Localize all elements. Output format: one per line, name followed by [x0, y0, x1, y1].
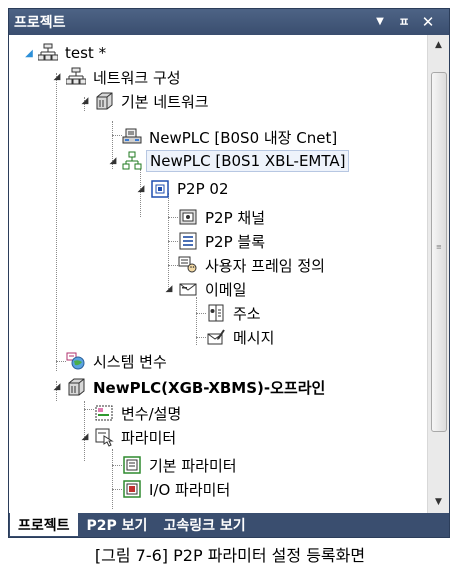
tree-line: [168, 265, 178, 266]
tree-item-network-config[interactable]: ◢ 네트워크 구성: [51, 65, 184, 89]
tree-item-label: 주소: [233, 304, 261, 323]
tree-item-label: I/O 파라미터: [149, 480, 231, 499]
address-book-icon: [206, 303, 226, 323]
grip-icon: ≡: [436, 243, 442, 251]
tree-line: [112, 449, 113, 509]
tree-item-address[interactable]: 주소: [206, 301, 264, 325]
tree-item-label: 변수/설명: [121, 404, 182, 423]
p2p-channel-icon: [178, 207, 198, 227]
basic-parameter-icon: [122, 455, 142, 475]
tree-item-variable-comment[interactable]: 변수/설명: [94, 401, 184, 425]
scroll-down-button[interactable]: ▼: [430, 494, 447, 511]
tree-item-user-frame[interactable]: 사용자 프레임 정의: [178, 253, 328, 277]
expand-toggle[interactable]: ◢: [163, 283, 175, 295]
message-icon: [206, 327, 226, 347]
tree-item-label: 기본 네트워크: [121, 92, 209, 111]
tree-line: [84, 409, 94, 410]
tree-line: [112, 465, 122, 466]
tree-line: [56, 361, 66, 362]
expand-toggle[interactable]: ◢: [135, 183, 147, 195]
tree-item-label: 기본 파라미터: [149, 456, 237, 475]
network-config-icon: [66, 67, 86, 87]
email-icon: [178, 279, 198, 299]
tree-item-io-parameter[interactable]: I/O 파라미터: [122, 477, 233, 501]
tree-item-p2p-block[interactable]: P2P 블록: [178, 229, 268, 253]
system-variable-icon: [66, 351, 86, 371]
expand-toggle[interactable]: ◢: [107, 155, 119, 167]
tree-line: [56, 73, 57, 371]
tree-item-label: test *: [65, 44, 107, 62]
expand-toggle[interactable]: ◢: [79, 95, 91, 107]
plc-cnet-icon: [122, 127, 142, 147]
tree-line: [112, 135, 122, 136]
panel-title: 프로젝트: [14, 15, 66, 31]
project-panel: 프로젝트 ▼ ㅍ ✕ ◢ test * ◢ 네트워크 구성 ◢ 기본 네트워크 …: [8, 8, 450, 538]
close-button[interactable]: ✕: [419, 13, 437, 31]
tree-item-label: NewPLC(XGB-XBMS)-오프라인: [93, 378, 326, 397]
tree-item-label: NewPLC [B0S1 XBL-EMTA]: [146, 150, 350, 172]
pin-button[interactable]: ㅍ: [395, 13, 413, 31]
tree-item-message[interactable]: 메시지: [206, 325, 277, 349]
tree-item-label: P2P 02: [177, 180, 229, 198]
tree-item-label: 시스템 변수: [93, 352, 167, 371]
tree-item-parameter[interactable]: ◢ 파라미터: [79, 425, 179, 449]
tree-line: [196, 337, 206, 338]
tab-highspeed-link-view[interactable]: 고속링크 보기: [155, 513, 253, 537]
tab-p2p-view[interactable]: P2P 보기: [79, 513, 156, 537]
tree-item-label: P2P 채널: [205, 208, 266, 227]
tree-line: [112, 489, 122, 490]
expand-toggle[interactable]: ◢: [79, 431, 91, 443]
tree-item-plc-cnet[interactable]: NewPLC [B0S0 내장 Cnet]: [122, 125, 340, 149]
tree-item-basic-parameter[interactable]: 기본 파라미터: [122, 453, 240, 477]
tree-item-label: NewPLC [B0S0 내장 Cnet]: [149, 128, 338, 147]
expand-toggle[interactable]: ◢: [51, 381, 63, 393]
tree-item-system-variable[interactable]: 시스템 변수: [66, 349, 170, 373]
tree-item-label: 네트워크 구성: [93, 68, 181, 87]
project-icon: [38, 43, 58, 63]
scroll-up-button[interactable]: ▲: [430, 37, 447, 54]
variable-comment-icon: [94, 403, 114, 423]
scroll-thumb[interactable]: ≡: [431, 72, 447, 432]
tree-item-email[interactable]: ◢ 이메일: [163, 277, 249, 301]
p2p-block-icon: [178, 231, 198, 251]
tree-item-label: 파라미터: [121, 428, 177, 447]
dropdown-button[interactable]: ▼: [371, 13, 389, 31]
vertical-scrollbar[interactable]: ▲ ≡ ▼: [427, 35, 449, 513]
io-parameter-icon: [122, 479, 142, 499]
parameter-icon: [94, 427, 114, 447]
tree-item-plc-ethernet[interactable]: ◢ NewPLC [B0S1 XBL-EMTA]: [107, 149, 350, 173]
tree-item-p2p-channel[interactable]: P2P 채널: [178, 205, 268, 229]
panel-tab-bar: 프로젝트 P2P 보기 고속링크 보기: [9, 513, 449, 537]
plc-cpu-icon: [66, 377, 86, 397]
tree-item-label: 사용자 프레임 정의: [205, 256, 325, 275]
panel-titlebar: 프로젝트 ▼ ㅍ ✕: [9, 9, 449, 35]
user-frame-icon: [178, 255, 198, 275]
tab-project[interactable]: 프로젝트: [9, 513, 79, 537]
expand-toggle[interactable]: ◢: [51, 71, 63, 83]
tree-item-basic-network[interactable]: ◢ 기본 네트워크: [79, 89, 212, 113]
tree-item-project[interactable]: ◢ test *: [23, 41, 109, 65]
tree-line: [168, 217, 178, 218]
p2p-icon: [150, 179, 170, 199]
expand-toggle[interactable]: ◢: [23, 47, 35, 59]
tree-item-p2p[interactable]: ◢ P2P 02: [135, 177, 232, 201]
tree-item-plc-cpu[interactable]: ◢ NewPLC(XGB-XBMS)-오프라인: [51, 375, 328, 399]
project-tree[interactable]: ◢ test * ◢ 네트워크 구성 ◢ 기본 네트워크 NewPLC [B0S…: [9, 35, 427, 513]
basic-network-icon: [94, 91, 114, 111]
figure-caption: [그림 7-6] P2P 파라미터 설정 등록화면: [94, 546, 366, 565]
tree-line: [196, 313, 206, 314]
tree-item-label: 이메일: [205, 280, 247, 299]
tree-item-label: P2P 블록: [205, 232, 266, 251]
plc-ethernet-icon: [122, 151, 142, 171]
tree-line: [168, 241, 178, 242]
tree-item-label: 메시지: [233, 328, 275, 347]
